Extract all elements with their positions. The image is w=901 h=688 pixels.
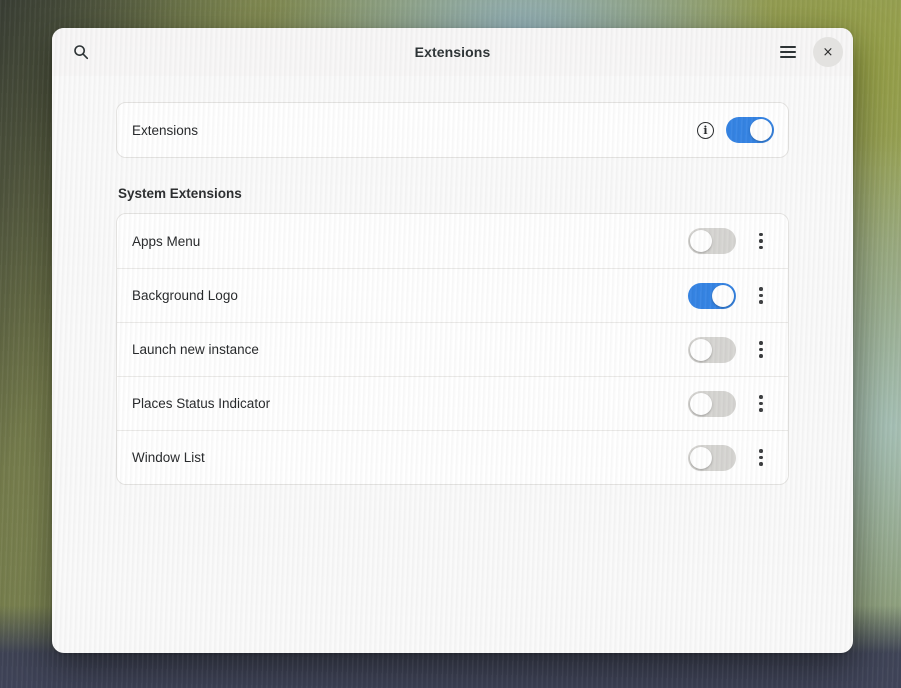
toggle-knob [690, 446, 712, 469]
row-actions [688, 335, 774, 365]
toggle-knob [712, 284, 734, 307]
extension-toggle[interactable] [688, 390, 736, 417]
more-options-button[interactable] [748, 389, 774, 419]
main-menu-button[interactable] [773, 37, 803, 67]
desktop-wallpaper: Extensions × Extensions i System Extensi… [0, 0, 901, 688]
row-actions [688, 389, 774, 419]
close-button[interactable]: × [813, 37, 843, 67]
more-options-button[interactable] [748, 226, 774, 256]
row-actions [688, 443, 774, 473]
list-item[interactable]: Window List [117, 430, 788, 484]
toggle-knob [750, 119, 772, 141]
extension-label: Apps Menu [132, 233, 201, 249]
window-headerbar: Extensions × [52, 28, 853, 76]
list-item[interactable]: Background Logo [117, 268, 788, 322]
extension-label: Window List [132, 450, 205, 465]
close-icon: × [822, 44, 834, 60]
row-actions [688, 226, 774, 256]
more-options-button[interactable] [748, 443, 774, 473]
list-item[interactable]: Places Status Indicator [117, 376, 788, 430]
window-title: Extensions [414, 44, 491, 60]
info-icon[interactable]: i [697, 121, 714, 139]
master-extensions-row: Extensions i [117, 103, 788, 157]
extensions-window: Extensions × Extensions i System Extensi… [52, 28, 853, 653]
extension-toggle[interactable] [688, 444, 736, 471]
list-item[interactable]: Apps Menu [117, 214, 788, 268]
master-row-actions: i [697, 117, 774, 143]
list-item[interactable]: Launch new instance [117, 322, 788, 376]
headerbar-right-controls: × [773, 37, 843, 67]
search-button[interactable] [66, 37, 96, 67]
search-icon [74, 45, 89, 60]
extension-toggle[interactable] [688, 228, 736, 254]
section-title-system-extensions: System Extensions [118, 186, 242, 201]
more-options-button[interactable] [748, 281, 774, 311]
extension-label: Places Status Indicator [132, 396, 271, 411]
system-extensions-card: Apps Menu Background Logo Launch new ins… [116, 213, 789, 485]
master-extensions-label: Extensions [132, 122, 199, 138]
extension-label: Launch new instance [132, 342, 259, 357]
window-content: Extensions i System Extensions Apps Menu [52, 76, 853, 653]
master-extensions-card: Extensions i [116, 102, 789, 158]
extension-toggle[interactable] [688, 282, 736, 309]
hamburger-menu-icon [780, 46, 796, 58]
row-actions [688, 281, 774, 311]
toggle-knob [690, 230, 712, 252]
extension-toggle[interactable] [688, 336, 736, 363]
more-options-button[interactable] [748, 335, 774, 365]
toggle-knob [690, 338, 712, 361]
extension-label: Background Logo [132, 288, 238, 303]
master-extensions-toggle[interactable] [726, 117, 774, 143]
toggle-knob [690, 392, 712, 415]
